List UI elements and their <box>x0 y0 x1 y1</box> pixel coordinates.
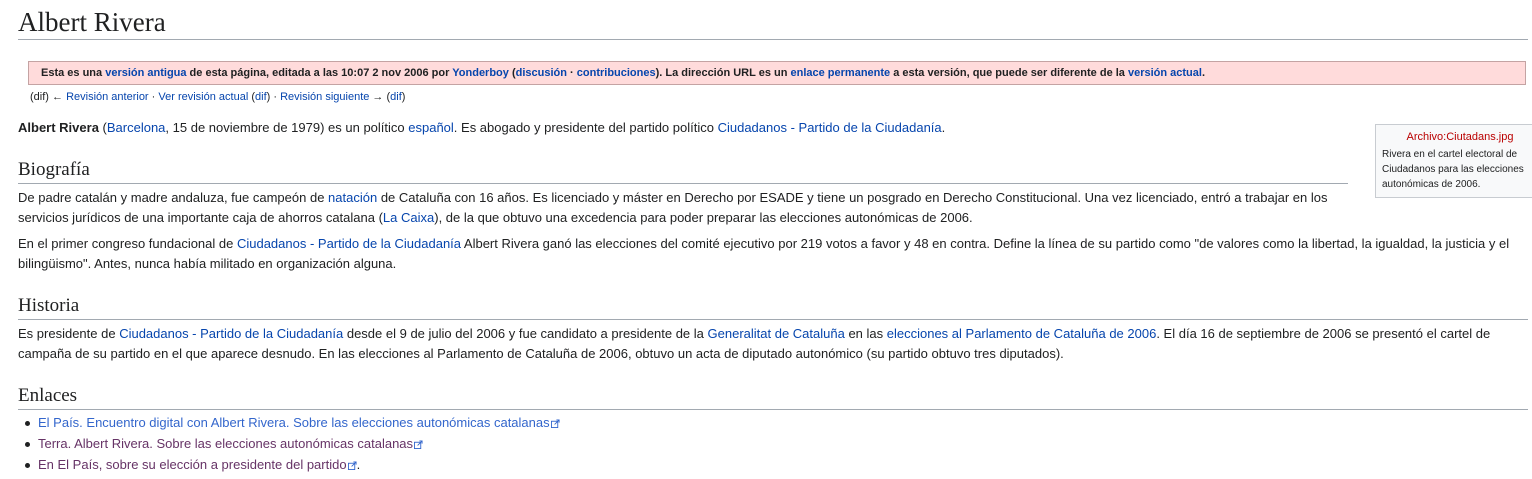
subject-name: Albert Rivera <box>18 120 99 135</box>
biografia-paragraph-1: De padre catalán y madre andaluza, fue c… <box>18 188 1348 228</box>
text: . Es abogado y presidente del partido po… <box>453 120 718 135</box>
section-heading-enlaces: Enlaces <box>18 384 1528 410</box>
revnav-text: ) <box>401 91 406 103</box>
notice-text: ( <box>508 67 516 79</box>
ciudadanos-link[interactable]: Ciudadanos - Partido de la Ciudadanía <box>237 236 461 251</box>
text: , 15 de noviembre de 1979) es un polític… <box>165 120 409 135</box>
link-text: Terra. Albert Rivera. Sobre las eleccion… <box>38 436 414 451</box>
text: Es presidente de <box>18 326 120 341</box>
text: en las <box>844 326 887 341</box>
user-talk-link[interactable]: discusión <box>516 67 567 79</box>
external-link-terra[interactable]: Terra. Albert Rivera. Sobre las eleccion… <box>38 436 423 451</box>
user-contributions-link[interactable]: contribuciones <box>577 67 656 79</box>
revision-navigation: (dif) ← Revisión anterior · Ver revisión… <box>30 90 405 104</box>
old-revision-notice: Esta es una versión antigua de esta pági… <box>28 61 1526 85</box>
external-links-list: El País. Encuentro digital con Albert Ri… <box>18 412 560 475</box>
next-revision-link[interactable]: Revisión siguiente <box>280 91 369 103</box>
text: . <box>941 120 946 135</box>
elecciones-parlamento-link[interactable]: elecciones al Parlamento de Cataluña de … <box>887 326 1157 341</box>
natacion-link[interactable]: natación <box>328 190 377 205</box>
ciudadanos-link[interactable]: Ciudadanos - Partido de la Ciudadanía <box>718 120 942 135</box>
external-link-icon <box>414 440 423 449</box>
notice-text: Esta es una <box>41 67 106 79</box>
biografia-paragraph-2: En el primer congreso fundacional de Ciu… <box>18 234 1528 274</box>
external-link-icon <box>347 461 357 470</box>
text: ), de la que obtuvo una excedencia para … <box>434 210 973 225</box>
bullet-icon <box>25 442 30 447</box>
external-link-icon <box>550 419 560 428</box>
previous-revision-link[interactable]: Revisión anterior <box>66 91 149 103</box>
revnav-text: → ( <box>369 91 391 103</box>
list-item: Terra. Albert Rivera. Sobre las eleccion… <box>18 433 560 454</box>
link-text: En El País, sobre su elección a presiden… <box>38 457 347 472</box>
thumbnail-caption: Rivera en el cartel electoral de Ciudada… <box>1382 149 1524 190</box>
notice-text: . <box>1201 67 1206 79</box>
espanol-link[interactable]: español <box>408 120 454 135</box>
text: . <box>356 457 361 472</box>
la-caixa-link[interactable]: La Caixa <box>383 210 434 225</box>
link-text: El País. Encuentro digital con Albert Ri… <box>38 415 550 430</box>
notice-text: ). La dirección URL es un <box>655 67 791 79</box>
revnav-text: ( <box>248 91 256 103</box>
next-diff-link[interactable]: dif <box>390 91 402 103</box>
bullet-icon <box>25 421 30 426</box>
permanent-link[interactable]: enlace permanente <box>791 67 891 79</box>
text: ( <box>98 120 107 135</box>
text: desde el 9 de julio del 2006 y fue candi… <box>343 326 708 341</box>
image-file-link[interactable]: Archivo:Ciutadans.jpg <box>1406 131 1513 143</box>
notice-text: de esta página, editada a las 10:07 2 no… <box>186 67 453 79</box>
revnav-text: ) · <box>266 91 281 103</box>
user-link[interactable]: Yonderboy <box>452 67 509 79</box>
revnav-text: (dif) ← <box>30 91 67 103</box>
historia-paragraph: Es presidente de Ciudadanos - Partido de… <box>18 324 1528 364</box>
old-version-link[interactable]: versión antigua <box>105 67 186 79</box>
current-revision-link[interactable]: Ver revisión actual <box>158 91 248 103</box>
current-version-link[interactable]: versión actual <box>1128 67 1202 79</box>
intro-paragraph: Albert Rivera (Barcelona, 15 de noviembr… <box>18 118 1348 138</box>
list-item: En El País, sobre su elección a presiden… <box>18 454 560 475</box>
barcelona-link[interactable]: Barcelona <box>107 120 166 135</box>
external-link-el-pais-eleccion[interactable]: En El País, sobre su elección a presiden… <box>38 457 357 472</box>
list-item: El País. Encuentro digital con Albert Ri… <box>18 412 560 433</box>
ciudadanos-link[interactable]: Ciudadanos - Partido de la Ciudadanía <box>119 326 343 341</box>
bullet-icon <box>25 463 30 468</box>
text: De padre catalán y madre andaluza, fue c… <box>18 190 329 205</box>
generalitat-link[interactable]: Generalitat de Cataluña <box>708 326 845 341</box>
notice-text: a esta versión, que puede ser diferente … <box>890 67 1128 79</box>
revnav-text: · <box>148 91 159 103</box>
section-heading-historia: Historia <box>18 294 1528 320</box>
current-diff-link[interactable]: dif <box>255 91 267 103</box>
section-heading-biografia: Biografía <box>18 158 1348 184</box>
notice-text: · <box>566 67 577 79</box>
text: En el primer congreso fundacional de <box>18 236 237 251</box>
page-title: Albert Rivera <box>18 6 1528 40</box>
external-link-el-pais-encuentro[interactable]: El País. Encuentro digital con Albert Ri… <box>38 415 560 430</box>
image-thumbnail: Archivo:Ciutadans.jpg Rivera en el carte… <box>1375 124 1532 198</box>
